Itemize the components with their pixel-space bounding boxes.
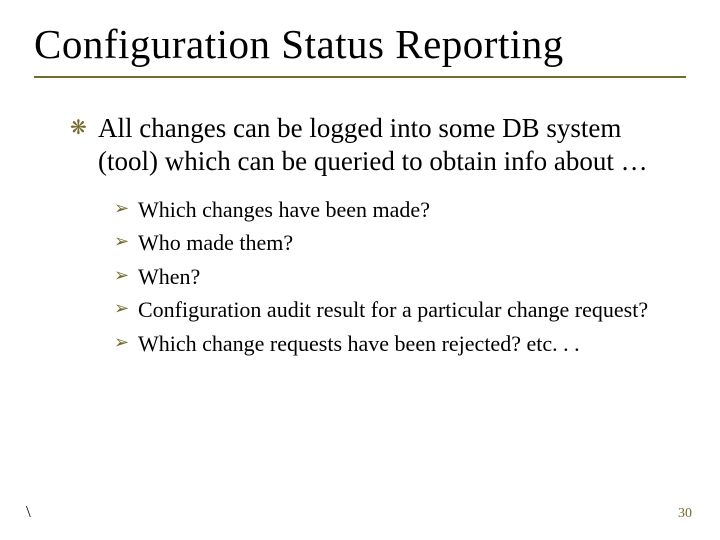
footer-left-mark: \: [26, 502, 31, 522]
sub-item-text: When?: [138, 264, 200, 289]
title-container: Configuration Status Reporting: [34, 20, 686, 78]
list-item: ➢ Which change requests have been reject…: [114, 330, 676, 358]
list-item: ➢ When?: [114, 263, 676, 291]
slide: Configuration Status Reporting ❋ All cha…: [0, 0, 720, 540]
arrow-bullet-icon: ➢: [114, 230, 129, 253]
sub-item-text: Which changes have been made?: [138, 197, 430, 222]
sub-bullet-list: ➢ Which changes have been made? ➢ Who ma…: [70, 196, 676, 358]
arrow-bullet-icon: ➢: [114, 297, 129, 320]
main-bullet-text: All changes can be logged into some DB s…: [98, 113, 648, 176]
sub-item-text: Which change requests have been rejected…: [138, 331, 580, 356]
arrow-bullet-icon: ➢: [114, 331, 129, 354]
sub-item-text: Who made them?: [138, 230, 293, 255]
arrow-bullet-icon: ➢: [114, 197, 129, 220]
list-item: ➢ Configuration audit result for a parti…: [114, 296, 676, 324]
main-bullet-item: ❋ All changes can be logged into some DB…: [70, 112, 676, 178]
asterisk-bullet-icon: ❋: [70, 116, 87, 140]
list-item: ➢ Which changes have been made?: [114, 196, 676, 224]
page-number: 30: [678, 506, 692, 522]
body-content: ❋ All changes can be logged into some DB…: [34, 112, 686, 357]
slide-title: Configuration Status Reporting: [34, 20, 686, 68]
list-item: ➢ Who made them?: [114, 229, 676, 257]
sub-item-text: Configuration audit result for a particu…: [138, 297, 648, 322]
arrow-bullet-icon: ➢: [114, 264, 129, 287]
